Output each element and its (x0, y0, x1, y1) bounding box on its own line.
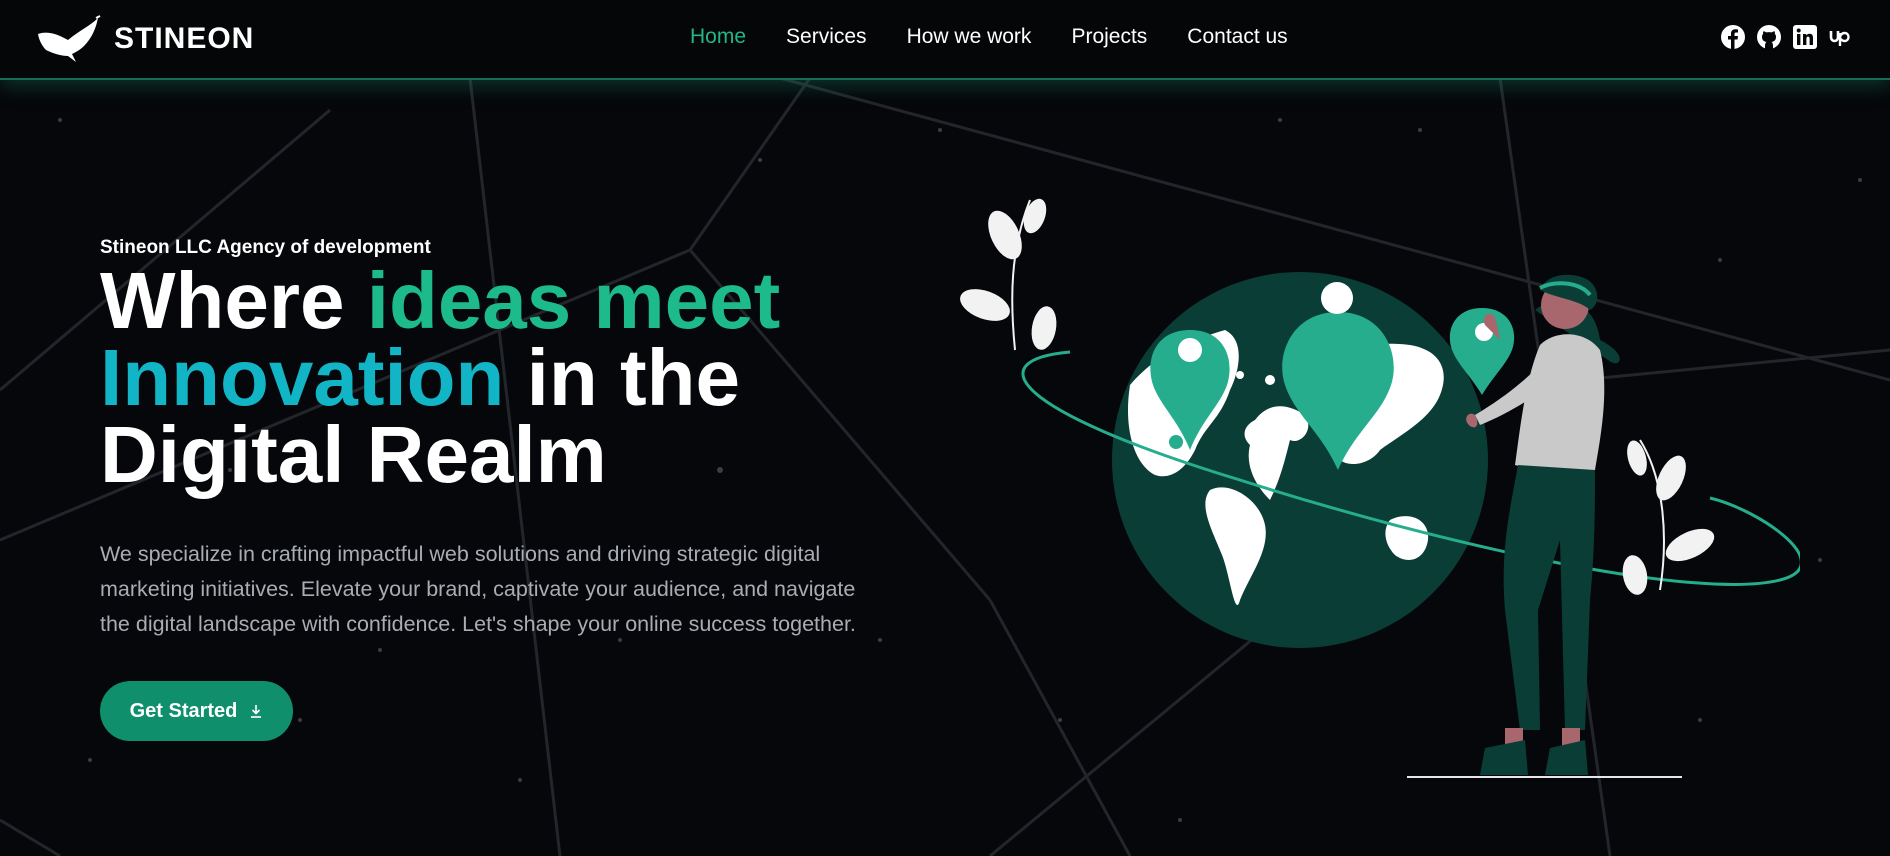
site-header: STINEON Home Services How we work Projec… (0, 0, 1890, 80)
headline-part-in-the: in the (504, 333, 740, 422)
nav-how-we-work[interactable]: How we work (907, 25, 1032, 49)
headline-highlight-ideas: ideas meet (366, 256, 781, 345)
linkedin-icon[interactable] (1792, 24, 1818, 50)
upwork-icon[interactable] (1828, 24, 1854, 50)
hero-illustration (960, 198, 1800, 778)
github-icon[interactable] (1756, 24, 1782, 50)
main-nav: Home Services How we work Projects Conta… (690, 25, 1328, 49)
get-started-button[interactable]: Get Started (100, 681, 293, 741)
hero-headline: Where ideas meet Innovation in the Digit… (100, 261, 880, 495)
facebook-icon[interactable] (1720, 24, 1746, 50)
hero-description: We specialize in crafting impactful web … (100, 541, 856, 636)
headline-part-digital-realm: Digital Realm (100, 410, 607, 499)
nav-contact-us[interactable]: Contact us (1187, 25, 1287, 49)
nav-home[interactable]: Home (690, 25, 746, 49)
plant-left-illustration (960, 198, 1057, 351)
headline-highlight-innovation: Innovation (100, 333, 505, 422)
plant-right-illustration (1622, 439, 1715, 595)
download-arrow-icon (251, 705, 262, 718)
nav-services[interactable]: Services (786, 25, 867, 49)
brand-name: STINEON (114, 22, 255, 55)
nav-projects[interactable]: Projects (1071, 25, 1147, 49)
headline-part-where: Where (100, 256, 367, 345)
manta-ray-icon (38, 15, 101, 62)
social-links (1710, 24, 1854, 50)
get-started-label: Get Started (129, 699, 238, 722)
brand-logo[interactable]: STINEON (36, 14, 254, 64)
